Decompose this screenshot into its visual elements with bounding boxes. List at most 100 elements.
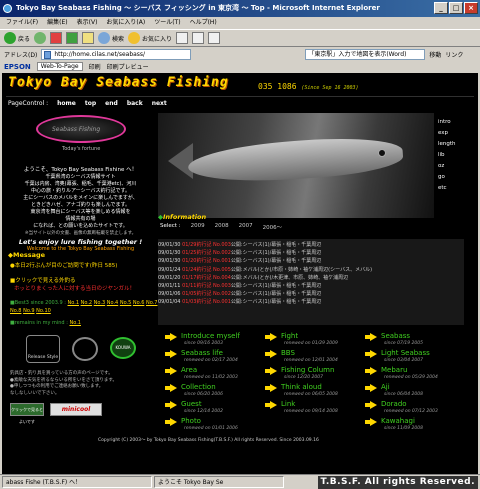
section-link[interactable]: Collection since 06/20 2006: [165, 383, 270, 400]
section-link[interactable]: Guest since 12/14 2002: [165, 400, 270, 417]
nav-intro[interactable]: intro: [438, 119, 456, 125]
best-link-7[interactable]: No.7: [146, 300, 157, 306]
section-link[interactable]: BBS renewed on 12/01 2004: [265, 349, 370, 366]
window-title: Tokyo Bay Seabass Fishing 〜 シーバス フィッシング …: [16, 4, 380, 12]
search-button[interactable]: 検索: [98, 32, 124, 44]
address-input[interactable]: http://home.cilas.net/seabass/: [41, 48, 192, 60]
club-link[interactable]: ■クリックで見える外釣る: [10, 276, 76, 284]
back-button[interactable]: 戻る: [4, 32, 30, 44]
refresh-icon[interactable]: [66, 32, 79, 44]
section-link[interactable]: Mebaru renewed on 05/29 2004: [365, 366, 470, 383]
news-link[interactable]: 01/25釣行記 No.002: [182, 250, 231, 256]
minimize-button[interactable]: _: [434, 2, 448, 14]
menu-file[interactable]: ファイル(F): [6, 17, 38, 29]
year-2007[interactable]: 2007: [239, 223, 253, 231]
back-arrow-icon: [4, 32, 16, 44]
section-link[interactable]: Fishing Column since 12/20 2007: [265, 366, 370, 383]
menu-help[interactable]: ヘルプ(H): [190, 17, 217, 29]
year-2006[interactable]: 2006〜: [263, 223, 283, 231]
home-icon[interactable]: [82, 32, 95, 44]
best-link-4[interactable]: No.4: [107, 300, 118, 306]
news-list: 09/01/30 01/29釣行記 No.003公開:シーバス(1)/幕張・稲毛…: [158, 241, 468, 307]
site-logo[interactable]: Tokyo Bay Seabass Fishing: [8, 75, 229, 90]
news-link[interactable]: 01/20釣行記 No.001: [182, 258, 231, 264]
print-button[interactable]: 印刷: [89, 62, 101, 71]
section-link[interactable]: Aji since 06/04 2008: [365, 383, 470, 400]
remains-link[interactable]: No.1: [69, 320, 80, 326]
menu-tools[interactable]: ツール(T): [154, 17, 180, 29]
nav-length[interactable]: length: [438, 141, 456, 147]
best-link-2[interactable]: No.2: [81, 300, 92, 306]
menu-favorites[interactable]: お気に入り(A): [106, 17, 145, 29]
news-link[interactable]: 01/17釣行記 No.004: [182, 275, 231, 281]
information-heading: ◆Information: [158, 213, 207, 221]
section-link[interactable]: Kawahagi since 11/09 2008: [365, 417, 470, 434]
click-banner[interactable]: クリックで見るとよいです: [10, 403, 44, 424]
best-link-8[interactable]: No.8: [10, 308, 21, 314]
minicool-banner[interactable]: minicool: [50, 403, 102, 416]
mail-icon[interactable]: [192, 32, 205, 44]
nav-exp[interactable]: exp: [438, 130, 456, 136]
address-label: アドレス(D): [4, 51, 38, 59]
section-link[interactable]: Dorado renewed on 07/12 2003: [365, 400, 470, 417]
section-link[interactable]: Fight renewed on 01/29 2009: [265, 332, 370, 349]
pc-next-link[interactable]: next: [152, 100, 167, 107]
menu-bar: ファイル(F) 編集(E) 表示(V) お気に入り(A) ツール(T) ヘルプ(…: [0, 17, 480, 29]
search-hint-field[interactable]: 「東京駅」入力で地図を表示(Word): [305, 48, 426, 60]
forward-arrow-icon[interactable]: [34, 32, 47, 44]
section-link[interactable]: Photo renewed on 01/01 2006: [165, 417, 270, 434]
menu-edit[interactable]: 編集(E): [47, 17, 67, 29]
pc-top-link[interactable]: top: [85, 100, 96, 107]
print-preview-button[interactable]: 印刷プレビュー: [107, 62, 149, 71]
pc-end-link[interactable]: end: [105, 100, 118, 107]
section-link[interactable]: Introduce myself since 09/16 2003: [165, 332, 270, 349]
menu-view[interactable]: 表示(V): [77, 17, 98, 29]
nav-oz[interactable]: oz: [438, 163, 456, 169]
nav-lib[interactable]: lib: [438, 152, 456, 158]
section-link[interactable]: Seabass life renewed on 02/17 2004: [165, 349, 270, 366]
news-link[interactable]: 01/03釣行記 No.001: [182, 299, 231, 305]
maximize-button[interactable]: □: [449, 2, 463, 14]
page-icon: [44, 50, 52, 59]
kouwa-logo[interactable]: KOUWA: [110, 337, 136, 359]
section-link[interactable]: Link renewed on 09/14 2008: [265, 400, 370, 417]
links-button[interactable]: リンク: [445, 50, 463, 59]
window-titlebar: Tokyo Bay Seabass Fishing 〜 シーバス フィッシング …: [0, 0, 480, 17]
web-to-page-button[interactable]: Web-To-Page: [36, 62, 83, 71]
news-link[interactable]: 01/11釣行記 No.003: [182, 283, 231, 289]
year-2008[interactable]: 2008: [215, 223, 229, 231]
news-row: 09/01/20 01/17釣行記 No.004公開:メバル(とか)/木更津、市…: [158, 274, 349, 281]
go-button[interactable]: 移動: [429, 50, 441, 59]
stop-icon[interactable]: [50, 32, 63, 44]
section-link[interactable]: Light Seabass since 03/04 2007: [365, 349, 470, 366]
pc-home-link[interactable]: home: [57, 100, 76, 107]
section-link[interactable]: Seabass since 07/19 2005: [365, 332, 470, 349]
news-link[interactable]: 01/24釣行記 No.005: [182, 267, 231, 273]
star-icon: [128, 32, 141, 44]
pc-back-link[interactable]: back: [127, 100, 143, 107]
section-link[interactable]: Area renewed on 11/02 2003: [165, 366, 270, 383]
news-link[interactable]: 01/29釣行記 No.003: [182, 242, 231, 248]
close-button[interactable]: ×: [464, 2, 478, 14]
best-link-3[interactable]: No.3: [94, 300, 105, 306]
nav-go[interactable]: go: [438, 174, 456, 180]
fish-circle-logo[interactable]: [72, 337, 98, 361]
best-link-1[interactable]: No.1: [68, 300, 79, 306]
nav-etc[interactable]: etc: [438, 185, 456, 191]
best-link-10[interactable]: No.10: [36, 308, 51, 314]
fortune-ellipse[interactable]: Seabass Fishing: [36, 115, 126, 143]
arrow-icon: [365, 367, 377, 375]
best-link-9[interactable]: No.9: [23, 308, 34, 314]
address-bar: アドレス(D) http://home.cilas.net/seabass/ 「…: [0, 47, 480, 61]
best-link-6[interactable]: No.6: [133, 300, 144, 306]
arrow-icon: [365, 333, 377, 341]
club-text: ホッとりまくった人に対する当日のジヤンガル！: [14, 286, 136, 292]
release-style-logo[interactable]: Release Style: [26, 335, 60, 363]
print-icon[interactable]: [208, 32, 221, 44]
favorites-button[interactable]: お気に入り: [128, 32, 172, 44]
year-2009[interactable]: 2009: [191, 223, 205, 231]
news-link[interactable]: 01/05釣行記 No.002: [182, 291, 231, 297]
best-link-5[interactable]: No.5: [120, 300, 131, 306]
history-icon[interactable]: [176, 32, 189, 44]
section-link[interactable]: Think aloud renewed on 06/05 2008: [265, 383, 370, 400]
